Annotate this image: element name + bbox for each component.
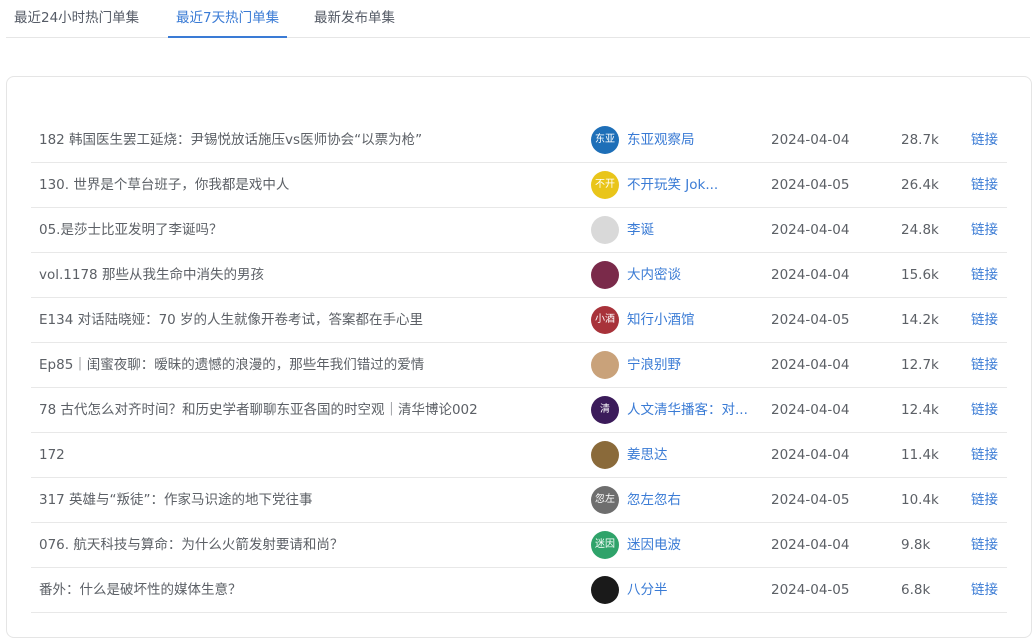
podcast-name-link[interactable]: 东亚观察局 [627,118,761,162]
podcast-name-link[interactable]: 李诞 [627,208,761,252]
table-row: 317 英雄与“叛徒”：作家马识途的地下党往事 忽左 忽左忽右 2024-04-05 1… [31,478,1007,523]
episode-link[interactable]: 链接 [971,118,1011,162]
podcast-avatar[interactable] [591,216,619,244]
publish-date: 2024-04-04 [771,222,850,238]
episode-title[interactable]: 05.是莎士比亚发明了李诞吗？ [39,208,579,252]
episode-title[interactable]: E134 对话陆晓娅：70 岁的人生就像开卷考试，答案都在手心里 [39,298,579,342]
play-count: 26.4k [901,177,939,193]
podcast-name-link[interactable]: 不开玩笑 Jok... [627,163,761,207]
podcast-avatar[interactable]: 不开 [591,171,619,199]
episode-link[interactable]: 链接 [971,163,1011,207]
table-row: Ep85｜闺蜜夜聊：暧昧的遗憾的浪漫的，那些年我们错过的爱情 宁浪别野 2024-0… [31,343,1007,388]
episode-link[interactable]: 链接 [971,568,1011,612]
podcast-avatar[interactable] [591,441,619,469]
episode-title[interactable]: 78 古代怎么对齐时间？和历史学者聊聊东亚各国的时空观｜清华博论002 [39,388,579,432]
podcast-name-link[interactable]: 知行小酒馆 [627,298,761,342]
tab-24h-hot[interactable]: 最近24小时热门单集 [14,0,139,37]
podcast-name-link[interactable]: 宁浪别野 [627,343,761,387]
episode-link[interactable]: 链接 [971,298,1011,342]
play-count: 15.6k [901,267,939,283]
tab-latest[interactable]: 最新发布单集 [314,0,395,37]
episode-title[interactable]: 172 [39,433,579,477]
play-count: 24.8k [901,222,939,238]
episode-title[interactable]: Ep85｜闺蜜夜聊：暧昧的遗憾的浪漫的，那些年我们错过的爱情 [39,343,579,387]
tab-bar: 最近24小时热门单集 最近7天热门单集 最新发布单集 [6,0,1030,38]
episode-link[interactable]: 链接 [971,478,1011,522]
table-row: 076. 航天科技与算命：为什么火箭发射要请和尚？ 迷因 迷因电波 2024-04-0… [31,523,1007,568]
table-row: 05.是莎士比亚发明了李诞吗？ 李诞 2024-04-04 24.8k 链接 [31,208,1007,253]
episode-title[interactable]: vol.1178 那些从我生命中消失的男孩 [39,253,579,297]
publish-date: 2024-04-04 [771,447,850,463]
episode-link[interactable]: 链接 [971,388,1011,432]
publish-date: 2024-04-04 [771,267,850,283]
publish-date: 2024-04-05 [771,312,850,328]
episode-list: 182 韩国医生罢工延烧：尹锡悦放话施压vs医师协会“以票为枪” 东亚 东亚观察局 2… [31,118,1007,613]
publish-date: 2024-04-05 [771,582,850,598]
publish-date: 2024-04-04 [771,402,850,418]
play-count: 9.8k [901,537,931,553]
podcast-name-link[interactable]: 人文清华播客：对... [627,388,761,432]
play-count: 10.4k [901,492,939,508]
episode-link[interactable]: 链接 [971,253,1011,297]
podcast-avatar[interactable]: 清 [591,396,619,424]
table-row: 172 姜思达 2024-04-04 11.4k 链接 [31,433,1007,478]
podcast-avatar[interactable]: 忽左 [591,486,619,514]
publish-date: 2024-04-04 [771,537,850,553]
play-count: 12.4k [901,402,939,418]
table-row: E134 对话陆晓娅：70 岁的人生就像开卷考试，答案都在手心里 小酒 知行小酒馆 2… [31,298,1007,343]
play-count: 14.2k [901,312,939,328]
table-row: 番外：什么是破坏性的媒体生意？ 八分半 2024-04-05 6.8k 链接 [31,568,1007,613]
episode-title[interactable]: 182 韩国医生罢工延烧：尹锡悦放话施压vs医师协会“以票为枪” [39,118,579,162]
podcast-name-link[interactable]: 八分半 [627,568,761,612]
podcast-name-link[interactable]: 姜思达 [627,433,761,477]
play-count: 6.8k [901,582,931,598]
play-count: 12.7k [901,357,939,373]
episode-link[interactable]: 链接 [971,523,1011,567]
episode-card: 182 韩国医生罢工延烧：尹锡悦放话施压vs医师协会“以票为枪” 东亚 东亚观察局 2… [6,76,1032,638]
table-row: 78 古代怎么对齐时间？和历史学者聊聊东亚各国的时空观｜清华博论002 清人文清华… [31,388,1007,433]
episode-title[interactable]: 番外：什么是破坏性的媒体生意？ [39,568,579,612]
episode-title[interactable]: 317 英雄与“叛徒”：作家马识途的地下党往事 [39,478,579,522]
publish-date: 2024-04-05 [771,177,850,193]
table-row: vol.1178 那些从我生命中消失的男孩 大内密谈 2024-04-04 15.6k… [31,253,1007,298]
podcast-avatar[interactable] [591,351,619,379]
episode-title[interactable]: 076. 航天科技与算命：为什么火箭发射要请和尚？ [39,523,579,567]
podcast-avatar[interactable] [591,261,619,289]
tab-7d-hot[interactable]: 最近7天热门单集 [167,0,288,38]
publish-date: 2024-04-05 [771,492,850,508]
podcast-avatar[interactable]: 迷因 [591,531,619,559]
podcast-avatar[interactable]: 东亚 [591,126,619,154]
episode-link[interactable]: 链接 [971,208,1011,252]
podcast-avatar[interactable]: 小酒 [591,306,619,334]
play-count: 28.7k [901,132,939,148]
podcast-name-link[interactable]: 迷因电波 [627,523,761,567]
publish-date: 2024-04-04 [771,357,850,373]
play-count: 11.4k [901,447,939,463]
table-row: 130. 世界是个草台班子，你我都是戏中人 不开 不开玩笑 Jok... 2024-0… [31,163,1007,208]
podcast-name-link[interactable]: 忽左忽右 [627,478,761,522]
podcast-name-link[interactable]: 大内密谈 [627,253,761,297]
episode-title[interactable]: 130. 世界是个草台班子，你我都是戏中人 [39,163,579,207]
episode-link[interactable]: 链接 [971,433,1011,477]
episode-link[interactable]: 链接 [971,343,1011,387]
podcast-avatar[interactable] [591,576,619,604]
publish-date: 2024-04-04 [771,132,850,148]
table-row: 182 韩国医生罢工延烧：尹锡悦放话施压vs医师协会“以票为枪” 东亚 东亚观察局 2… [31,118,1007,163]
